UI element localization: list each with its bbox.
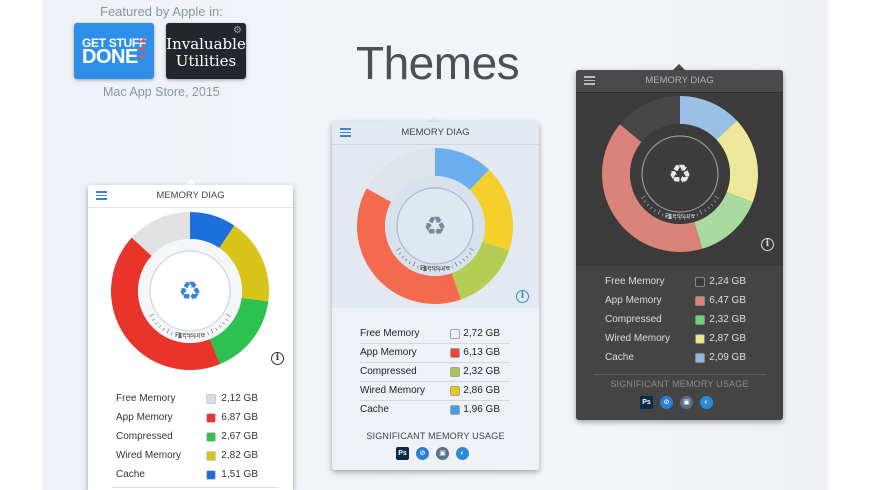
photoshop-icon[interactable]: Ps [640, 396, 653, 409]
memory-row-label: Free Memory [360, 328, 420, 339]
memory-row-label: Free Memory [116, 393, 176, 404]
badge-inv-line2: Utilities [175, 52, 237, 70]
memory-row-value: 6,13 GB [463, 347, 500, 358]
memory-ring-chart: ♻Pressure [602, 96, 758, 252]
memory-row-value: 6,47 GB [709, 295, 746, 306]
memory-row-wired-memory: Wired Memory 2,86 GB [360, 382, 510, 401]
safari-icon[interactable]: ⊘ [416, 447, 429, 460]
memory-row-compressed: Compressed 2,32 GB [360, 363, 510, 382]
panel-title: MEMORY DIAG [401, 127, 470, 138]
memory-row-value: 2,86 GB [463, 385, 500, 396]
memory-row-free-memory: Free Memory 2,12 GB [116, 390, 276, 408]
memory-row-value: 2,09 GB [709, 352, 746, 363]
memory-row-value: 2,67 GB [221, 431, 258, 442]
memory-row-label: Cache [360, 404, 389, 415]
panel-header: MEMORY DIAG [332, 122, 539, 145]
memory-row-value: 1,96 GB [463, 404, 500, 415]
memory-row-label: Free Memory [605, 276, 665, 287]
right-margin [828, 0, 870, 490]
memory-row-label: Wired Memory [360, 385, 426, 396]
info-icon[interactable]: i [761, 238, 774, 251]
memory-row-free-memory: Free Memory 2,24 GB [605, 273, 765, 291]
memory-row-label: App Memory [116, 412, 173, 423]
memory-row-value: 2,82 GB [221, 450, 258, 461]
featured-subtitle: Mac App Store, 2015 [103, 85, 220, 99]
memory-row-app-memory: App Memory 6,13 GB [360, 344, 510, 363]
memory-row-label: App Memory [360, 347, 417, 358]
memory-row-value: 2,87 GB [709, 333, 746, 344]
invaluable-utilities-badge: ⚙ Invaluable Utilities [166, 23, 246, 79]
badge-gsd-line2: DONE [82, 46, 138, 68]
panel-title: MEMORY DIAG [645, 75, 714, 86]
memory-row-cache: Cache 2,09 GB [605, 349, 765, 367]
significant-apps: Ps ⊘ ▣ ◐ [396, 447, 486, 461]
panel-title: MEMORY DIAG [156, 190, 225, 201]
memory-row-value: 2,12 GB [221, 393, 258, 404]
memory-row-cache: Cache 1,96 GB [360, 401, 520, 419]
memory-diag-panel-light: MEMORY DIAG ♻ Pressure i Free Memory 2,12 … [88, 185, 293, 490]
recycle-icon: ♻ [178, 277, 201, 307]
memory-row-value: 6,87 GB [221, 412, 258, 423]
safari-icon[interactable]: ⊘ [660, 396, 673, 409]
memory-row-wired-memory: Wired Memory 2,87 GB [605, 330, 765, 348]
page-title: Themes [356, 37, 520, 89]
memory-row-label: Compressed [116, 431, 173, 442]
preview-icon[interactable]: ▣ [436, 447, 449, 460]
memory-row-label: Wired Memory [116, 450, 182, 461]
significant-memory-label: SIGNIFICANT MEMORY USAGE [366, 431, 505, 441]
featured-title: Featured by Apple in: [100, 4, 223, 19]
get-stuff-done-badge: GET STUFF DONE [74, 23, 154, 79]
recycle-icon: ♻ [423, 212, 446, 242]
memory-diag-panel-dark: MEMORY DIAG ♻ Pressure i Free Memory 2,24 … [576, 70, 783, 420]
panel-header: MEMORY DIAG [88, 185, 293, 208]
memory-row-label: Compressed [605, 314, 662, 325]
memory-row-label: Wired Memory [605, 333, 671, 344]
memory-row-value: 1,51 GB [221, 469, 258, 480]
memory-row-compressed: Compressed 2,67 GB [116, 428, 276, 446]
significant-apps: Ps ⊘ ▣ ◐ [640, 396, 730, 410]
memory-row-label: App Memory [605, 295, 662, 306]
preview-icon[interactable]: ▣ [680, 396, 693, 409]
memory-row-label: Cache [605, 352, 634, 363]
checklist-icon [138, 37, 147, 59]
memory-row-compressed: Compressed 2,32 GB [605, 311, 765, 329]
memory-row-free-memory: Free Memory 2,72 GB [360, 325, 510, 344]
significant-memory-label: SIGNIFICANT MEMORY USAGE [610, 379, 749, 389]
memory-row-value: 2,24 GB [709, 276, 746, 287]
divider [112, 487, 278, 488]
divider [594, 374, 766, 375]
memory-row-app-memory: App Memory 6,47 GB [605, 292, 765, 310]
memory-ring-chart: ♻Pressure [356, 148, 513, 304]
left-margin [0, 0, 42, 490]
memory-row-value: 2,32 GB [709, 314, 746, 325]
memory-row-label: Cache [116, 469, 145, 480]
browser-icon[interactable]: ◐ [700, 396, 713, 409]
panel-header: MEMORY DIAG [576, 70, 783, 93]
memory-row-wired-memory: Wired Memory 2,82 GB [116, 447, 276, 465]
browser-icon[interactable]: ◐ [456, 447, 469, 460]
memory-row-cache: Cache 1,51 GB [116, 466, 276, 484]
memory-diag-panel-gradient: MEMORY DIAG ♻ Pressure i Free Memory 2,72 … [332, 122, 539, 470]
badge-inv-line1: Invaluable [166, 35, 246, 53]
memory-ring-chart: ♻Pressure [111, 212, 269, 370]
memory-row-value: 2,32 GB [463, 366, 500, 377]
memory-row-label: Compressed [360, 366, 417, 377]
info-icon[interactable]: i [271, 352, 284, 365]
recycle-icon: ♻ [668, 160, 691, 190]
memory-row-value: 2,72 GB [463, 328, 500, 339]
photoshop-icon[interactable]: Ps [396, 447, 409, 460]
memory-row-app-memory: App Memory 6,87 GB [116, 409, 276, 427]
info-icon[interactable]: i [516, 290, 529, 303]
